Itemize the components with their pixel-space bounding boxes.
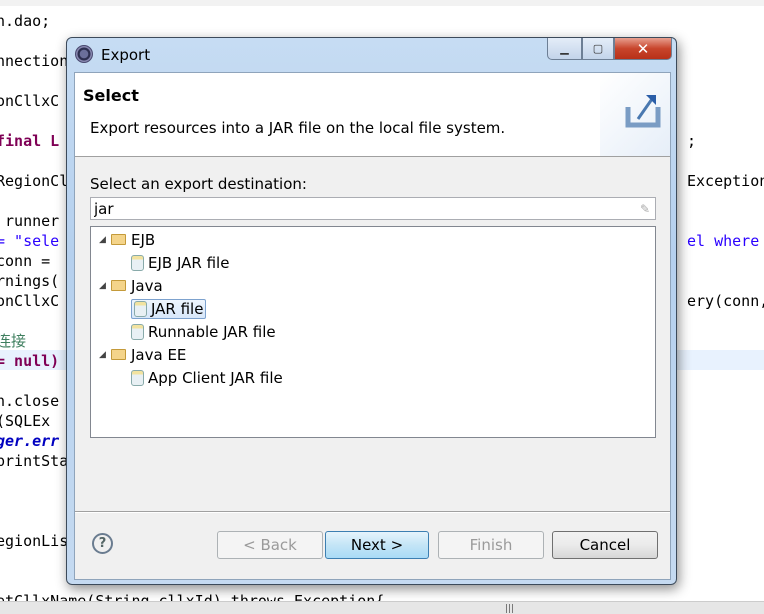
expand-arrow-icon[interactable]: ◢ [99, 350, 111, 360]
scroll-grip-icon[interactable]: ||| [505, 604, 514, 614]
folder-icon [111, 349, 126, 360]
code-line: ; [687, 132, 697, 150]
tree-folder[interactable]: ◢ Java [99, 275, 163, 296]
wizard-header: Select Export resources into a JAR file … [75, 73, 670, 157]
jar-icon [131, 254, 144, 271]
tree-item-label: App Client JAR file [148, 368, 283, 387]
maximize-button[interactable]: ▢ [582, 38, 614, 60]
code-line: el where c [687, 232, 760, 250]
back-button[interactable]: < Back [217, 531, 323, 559]
destination-tree[interactable]: ◢ EJB EJB JAR file ◢ Java JAR file Runnable JA… [90, 226, 656, 438]
tree-item-content[interactable]: JAR file [131, 298, 207, 319]
horizontal-scrollbar[interactable]: ||| [0, 601, 764, 614]
tree-folder[interactable]: ◢ Java EE [99, 344, 186, 365]
tree-folder-label: Java [131, 276, 163, 295]
tree-item-content[interactable]: App Client JAR file [131, 369, 283, 387]
tree-folder-label: EJB [131, 230, 156, 249]
tree-item-label: EJB JAR file [148, 253, 230, 272]
finish-button[interactable]: Finish [438, 531, 544, 559]
help-icon[interactable]: ? [92, 533, 113, 554]
code-line: = "sele [0, 232, 60, 250]
page-title: Select [83, 86, 139, 105]
code-line: egionLis [0, 532, 69, 550]
minimize-button[interactable]: ▁ [547, 38, 582, 60]
expand-arrow-icon[interactable]: ◢ [99, 281, 111, 291]
jar-icon [134, 300, 147, 317]
code-line: conn = [0, 252, 51, 270]
editor-tabs [0, 0, 764, 6]
export-banner-icon [600, 73, 670, 156]
expand-arrow-icon[interactable]: ◢ [99, 235, 111, 245]
tree-item-label: JAR file [151, 299, 204, 318]
page-description: Export resources into a JAR file on the … [90, 119, 506, 137]
code-line: ery(conn,s [687, 292, 764, 310]
jar-icon [131, 323, 144, 340]
code-line: 连接 [0, 332, 27, 350]
destination-label: Select an export destination: [90, 175, 307, 193]
code-line: = null) [0, 352, 60, 370]
code-line: final L [0, 132, 60, 150]
code-line: n.dao; [0, 12, 51, 30]
export-dialog: Export ▁ ▢ ✕ Select Export resources int… [66, 37, 677, 585]
code-line: Exception [687, 172, 764, 190]
folder-icon [111, 280, 126, 291]
tree-item-content[interactable]: EJB JAR file [131, 254, 229, 272]
code-line: n.close [0, 392, 60, 410]
tree-item-label: Runnable JAR file [148, 322, 276, 341]
code-line: printSta [0, 452, 69, 470]
code-line: onCllxC [0, 92, 60, 110]
next-button[interactable]: Next > [325, 531, 429, 559]
code-line: rnings( [0, 272, 60, 290]
jar-icon [131, 369, 144, 386]
dialog-title: Export [101, 46, 151, 64]
close-button[interactable]: ✕ [614, 38, 672, 60]
tree-item[interactable]: JAR file [131, 298, 207, 319]
code-line: RegionCl [0, 172, 69, 190]
clear-filter-icon[interactable]: ✎ [640, 202, 650, 216]
code-line: onCllxC [0, 292, 60, 310]
tree-folder[interactable]: ◢ EJB [99, 229, 155, 250]
tree-item-content[interactable]: Runnable JAR file [131, 323, 276, 341]
code-line: nnection [0, 52, 69, 70]
cancel-button[interactable]: Cancel [552, 531, 658, 559]
code-line: ger.err [0, 432, 60, 450]
separator [75, 511, 670, 513]
code-line: runner [0, 212, 60, 230]
code-line: (SQLEx [0, 412, 51, 430]
filter-input[interactable] [90, 197, 656, 220]
tree-folder-label: Java EE [131, 345, 187, 364]
tree-item[interactable]: Runnable JAR file [131, 321, 276, 342]
tree-item[interactable]: App Client JAR file [131, 367, 283, 388]
eclipse-icon [75, 45, 93, 63]
folder-icon [111, 234, 126, 245]
tree-item[interactable]: EJB JAR file [131, 252, 229, 273]
